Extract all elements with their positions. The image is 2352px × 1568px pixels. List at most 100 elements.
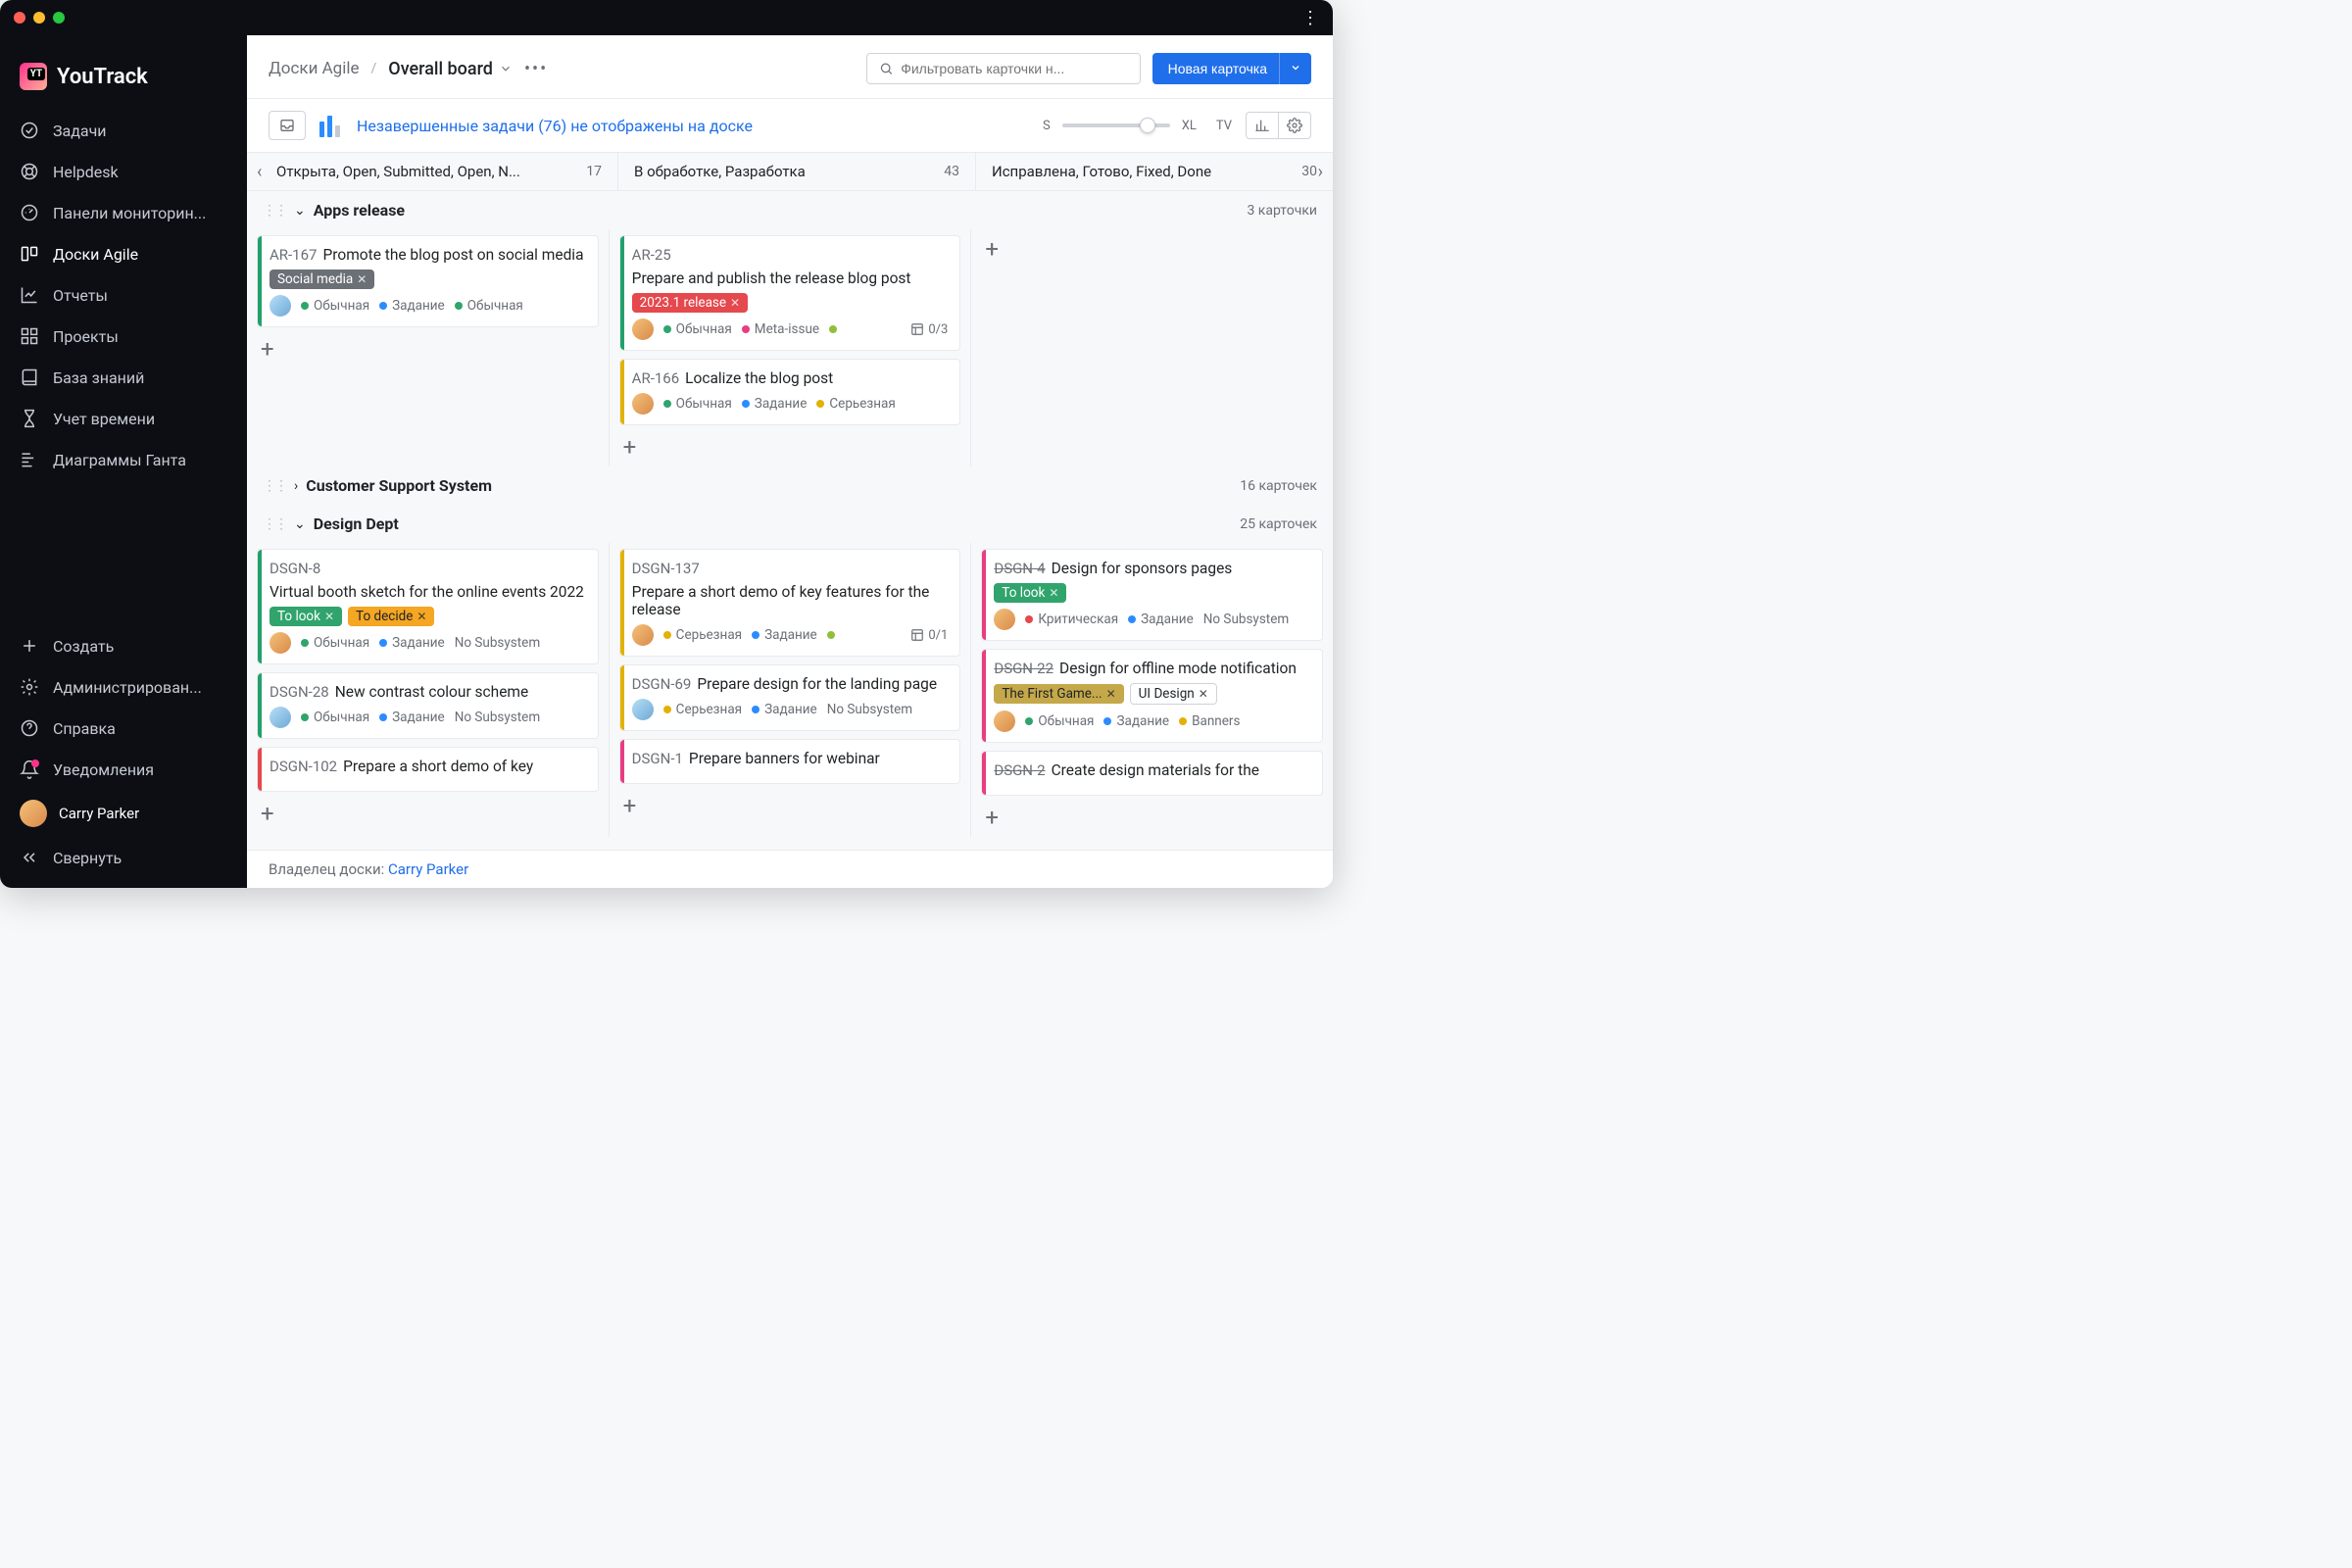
backlog-link[interactable]: Незавершенные задачи (76) не отображены … [357, 117, 753, 135]
card[interactable]: DSGN-22 Design for offline mode notifica… [981, 649, 1323, 743]
subtasks-count[interactable]: 0/1 [910, 628, 948, 643]
card[interactable]: DSGN-28 New contrast colour scheme Обычн… [257, 672, 599, 739]
card-id: DSGN-102 [270, 758, 337, 775]
window-close-button[interactable] [14, 12, 25, 24]
gauge-icon [20, 203, 39, 222]
close-icon[interactable]: ✕ [1049, 586, 1058, 600]
tag[interactable]: To decide ✕ [348, 607, 434, 626]
sidebar-item-chart[interactable]: Отчеты [0, 274, 247, 316]
drag-handle-icon[interactable]: ⋮⋮ [263, 516, 286, 532]
card[interactable]: DSGN-69 Prepare design for the landing p… [619, 664, 961, 731]
card[interactable]: DSGN-137 Prepare a short demo of key fea… [619, 549, 961, 657]
close-icon[interactable]: ✕ [324, 610, 334, 623]
sidebar-item-book[interactable]: База знаний [0, 357, 247, 398]
app-logo[interactable]: YT YouTrack [0, 55, 247, 110]
tag[interactable]: To look ✕ [994, 583, 1066, 603]
book-icon [20, 368, 39, 387]
chart-icon [20, 285, 39, 305]
swimlane-header[interactable]: ⋮⋮⌄Apps release3 карточки [247, 191, 1333, 229]
card[interactable]: AR-166 Localize the blog post ОбычнаяЗад… [619, 359, 961, 425]
sidebar-item-gauge[interactable]: Панели мониторин... [0, 192, 247, 233]
chevron-right-icon[interactable]: › [294, 478, 298, 494]
board-owner-link[interactable]: Carry Parker [388, 860, 468, 878]
more-actions-button[interactable]: ••• [524, 59, 548, 79]
bell-icon [20, 760, 39, 779]
tag[interactable]: UI Design ✕ [1130, 683, 1217, 705]
card-size-control: S XL TV [1043, 119, 1232, 133]
card-title: Create design materials for the [1052, 761, 1259, 779]
grid-icon [20, 326, 39, 346]
board-content: ⋮⋮⌄Apps release3 карточкиAR-167 Promote … [247, 191, 1333, 850]
close-icon[interactable]: ✕ [730, 296, 740, 310]
card[interactable]: DSGN-1 Prepare banners for webinar [619, 739, 961, 784]
chart-toggle-button[interactable] [319, 114, 343, 137]
window-menu-button[interactable]: ⋮ [1301, 8, 1319, 28]
sidebar-item-lifebuoy[interactable]: Helpdesk [0, 151, 247, 192]
chevron-down-icon[interactable]: ⌄ [294, 203, 306, 219]
sidebar-item-board[interactable]: Доски Agile [0, 233, 247, 274]
add-card-button[interactable]: + [619, 433, 961, 461]
card-field: Задание [752, 702, 817, 717]
breadcrumb-current[interactable]: Overall board [388, 59, 513, 79]
card-field: Серьезная [663, 702, 742, 717]
new-card-button[interactable]: Новая карточка [1152, 53, 1283, 84]
window-maximize-button[interactable] [53, 12, 65, 24]
help-icon [20, 718, 39, 738]
close-icon[interactable]: ✕ [416, 610, 426, 623]
plus-icon [20, 636, 39, 656]
tag[interactable]: The First Game... ✕ [994, 684, 1123, 704]
subtasks-count[interactable]: 0/3 [910, 322, 948, 337]
card[interactable]: DSGN-4 Design for sponsors pages To look… [981, 549, 1323, 641]
card-field: Обычная [301, 710, 369, 725]
card[interactable]: AR-167 Promote the blog post on social m… [257, 235, 599, 327]
card[interactable]: DSGN-8 Virtual booth sketch for the onli… [257, 549, 599, 664]
add-card-button[interactable]: + [619, 792, 961, 819]
sidebar-item-grid[interactable]: Проекты [0, 316, 247, 357]
current-user[interactable]: Carry Parker [0, 790, 247, 837]
close-icon[interactable]: ✕ [1106, 687, 1116, 701]
card-title: Design for offline mode notification [1059, 660, 1297, 677]
sidebar-collapse-button[interactable]: Свернуть [0, 837, 247, 878]
add-card-button[interactable]: + [981, 804, 1323, 831]
sidebar-item-help[interactable]: Справка [0, 708, 247, 749]
window-minimize-button[interactable] [33, 12, 45, 24]
filter-search[interactable] [866, 53, 1141, 84]
card[interactable]: DSGN-102 Prepare a short demo of key [257, 747, 599, 792]
sidebar-item-gantt[interactable]: Диаграммы Ганта [0, 439, 247, 480]
column-header[interactable]: Исправлена, Готово, Fixed, Done30 [976, 153, 1333, 190]
drag-handle-icon[interactable]: ⋮⋮ [263, 478, 286, 494]
card-size-slider[interactable] [1062, 123, 1170, 127]
board-settings-button[interactable] [1279, 112, 1311, 139]
card-id: DSGN-28 [270, 683, 329, 701]
close-icon[interactable]: ✕ [1199, 687, 1208, 701]
sidebar-item-gear[interactable]: Администрирован... [0, 666, 247, 708]
add-card-button[interactable]: + [257, 335, 599, 363]
card[interactable]: AR-25 Prepare and publish the release bl… [619, 235, 961, 351]
avatar [632, 318, 654, 340]
tag[interactable]: To look ✕ [270, 607, 342, 626]
chart-view-button[interactable] [1246, 112, 1279, 139]
swimlane-header[interactable]: ⋮⋮⌄Design Dept25 карточек [247, 505, 1333, 543]
tag[interactable]: 2023.1 release ✕ [632, 293, 748, 313]
add-card-button[interactable]: + [981, 235, 1323, 263]
backlog-tray-button[interactable] [269, 111, 306, 140]
tag[interactable]: Social media ✕ [270, 270, 374, 289]
sidebar-item-check-circle[interactable]: Задачи [0, 110, 247, 151]
avatar [270, 707, 291, 728]
breadcrumb-root[interactable]: Доски Agile [269, 59, 360, 78]
drag-handle-icon[interactable]: ⋮⋮ [263, 203, 286, 219]
card[interactable]: DSGN-2 Create design materials for the [981, 751, 1323, 796]
sidebar-item-plus[interactable]: Создать [0, 625, 247, 666]
column-header[interactable]: Открыта, Open, Submitted, Open, N...17 [247, 153, 618, 190]
avatar [632, 393, 654, 415]
chevron-down-icon[interactable]: ⌄ [294, 516, 306, 532]
add-card-button[interactable]: + [257, 800, 599, 827]
card-id: AR-25 [632, 246, 671, 264]
close-icon[interactable]: ✕ [357, 272, 367, 286]
sidebar-item-bell[interactable]: Уведомления [0, 749, 247, 790]
swimlane-header[interactable]: ⋮⋮›Customer Support System16 карточек [247, 466, 1333, 505]
filter-input[interactable] [901, 61, 1127, 76]
sidebar-item-hourglass[interactable]: Учет времени [0, 398, 247, 439]
column-header[interactable]: В обработке, Разработка43 [618, 153, 976, 190]
new-card-dropdown-button[interactable] [1279, 53, 1311, 84]
